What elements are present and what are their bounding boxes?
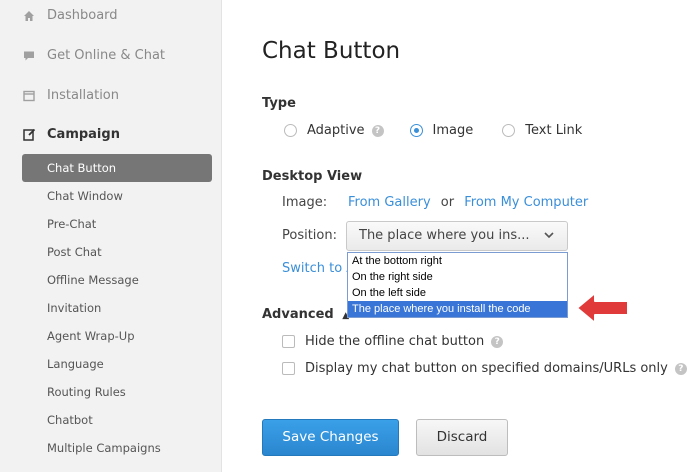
home-icon xyxy=(22,9,36,23)
or-text: or xyxy=(440,195,455,210)
save-changes-button[interactable]: Save Changes xyxy=(262,419,399,456)
position-option[interactable]: On the left side xyxy=(348,285,567,301)
help-icon[interactable]: ? xyxy=(674,362,687,375)
hide-offline-row: Hide the offline chat button ? xyxy=(282,334,504,349)
annotation-arrow-icon xyxy=(576,292,629,324)
sidebar-subitem-chat-window[interactable]: Chat Window xyxy=(22,182,212,210)
sidebar-subitem-chatbot[interactable]: Chatbot xyxy=(22,406,212,434)
position-label: Position: xyxy=(282,228,337,243)
edit-icon xyxy=(22,128,36,142)
position-option-selected[interactable]: The place where you install the code xyxy=(348,301,567,317)
sidebar: Dashboard Get Online & Chat Installation… xyxy=(0,0,222,472)
sidebar-subitem-pre-chat[interactable]: Pre-Chat xyxy=(22,210,212,238)
advanced-heading[interactable]: Advanced ▲ xyxy=(262,307,349,322)
discard-button[interactable]: Discard xyxy=(416,419,508,456)
sidebar-item-label: Installation xyxy=(47,88,120,103)
help-icon[interactable]: ? xyxy=(371,124,384,137)
main-content: Chat Button Type Adaptive ? Image Text L… xyxy=(222,0,699,472)
type-radio-group: Adaptive ? Image Text Link xyxy=(284,123,582,138)
radio-text-link-label[interactable]: Text Link xyxy=(525,123,582,138)
chat-bubble-icon xyxy=(22,49,36,63)
image-source-row: From Gallery or From My Computer xyxy=(348,195,588,210)
hide-offline-label[interactable]: Hide the offline chat button xyxy=(305,334,484,349)
image-label: Image: xyxy=(282,195,328,210)
sidebar-item-label: Campaign xyxy=(47,127,120,142)
switch-link[interactable]: Switch to A xyxy=(282,261,355,276)
sidebar-subitem-language[interactable]: Language xyxy=(22,350,212,378)
desktop-view-heading: Desktop View xyxy=(262,169,363,184)
sidebar-subitem-chat-button[interactable]: Chat Button xyxy=(22,154,212,182)
sidebar-item-installation[interactable]: Installation xyxy=(22,88,119,103)
sidebar-item-label: Get Online & Chat xyxy=(47,48,166,63)
sidebar-item-dashboard[interactable]: Dashboard xyxy=(22,8,118,23)
hide-offline-checkbox[interactable] xyxy=(282,335,295,348)
position-option[interactable]: On the right side xyxy=(348,269,567,285)
sidebar-subitem-offline-message[interactable]: Offline Message xyxy=(22,266,212,294)
radio-adaptive-label[interactable]: Adaptive xyxy=(307,123,365,138)
display-domains-row: Display my chat button on specified doma… xyxy=(282,361,687,376)
from-computer-link[interactable]: From My Computer xyxy=(464,195,588,210)
radio-adaptive[interactable] xyxy=(284,124,297,137)
position-select-value: The place where you ins... xyxy=(359,228,530,243)
page-title: Chat Button xyxy=(262,38,401,64)
radio-image-label[interactable]: Image xyxy=(433,123,474,138)
help-icon[interactable]: ? xyxy=(491,335,504,348)
sidebar-subitem-invitation[interactable]: Invitation xyxy=(22,294,212,322)
position-option[interactable]: At the bottom right xyxy=(348,253,567,269)
position-select[interactable]: The place where you ins... xyxy=(346,221,568,251)
type-heading: Type xyxy=(262,96,296,111)
sidebar-item-get-online[interactable]: Get Online & Chat xyxy=(22,48,165,63)
advanced-label: Advanced xyxy=(262,307,334,322)
sidebar-subitem-routing-rules[interactable]: Routing Rules xyxy=(22,378,212,406)
display-domains-label[interactable]: Display my chat button on specified doma… xyxy=(305,361,668,376)
from-gallery-link[interactable]: From Gallery xyxy=(348,195,431,210)
sidebar-subitem-agent-wrap-up[interactable]: Agent Wrap-Up xyxy=(22,322,212,350)
radio-text-link[interactable] xyxy=(502,124,516,137)
window-icon xyxy=(22,89,36,103)
sidebar-subitem-multiple-campaigns[interactable]: Multiple Campaigns xyxy=(22,434,212,462)
sidebar-item-campaign[interactable]: Campaign xyxy=(22,127,120,142)
position-dropdown-list: At the bottom right On the right side On… xyxy=(347,252,568,318)
display-domains-checkbox[interactable] xyxy=(282,362,295,375)
sidebar-subitem-post-chat[interactable]: Post Chat xyxy=(22,238,212,266)
radio-image[interactable] xyxy=(409,124,423,137)
sidebar-item-label: Dashboard xyxy=(47,8,118,23)
